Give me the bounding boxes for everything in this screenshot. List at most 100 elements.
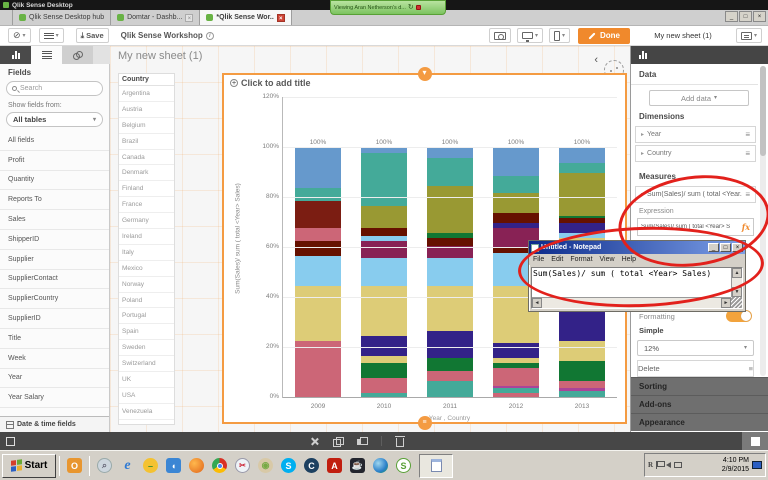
storytelling-button[interactable]: ▾ [517,28,543,43]
bar-2009[interactable] [295,148,341,398]
bar-segment[interactable] [361,336,407,356]
minimize-button[interactable]: _ [725,11,738,22]
chevron-down-icon[interactable]: ▾ [641,191,644,198]
field-item[interactable]: Title [0,329,109,349]
drag-handle-icon[interactable]: ≡ [745,149,750,158]
bar-segment[interactable] [559,223,605,233]
country-item[interactable]: Spain [119,324,174,340]
menu-item[interactable]: File [533,256,544,263]
chevron-right-icon[interactable]: ▸ [641,131,644,138]
country-filter-header[interactable]: Country [119,74,174,86]
device-preview-button[interactable]: ▾ [549,28,570,43]
green-s-app-launcher[interactable]: S [392,454,415,478]
country-item[interactable]: UK [119,372,174,388]
resize-grip[interactable] [731,297,742,308]
add-data-button[interactable]: Add data ▾ [649,90,749,106]
data-section-header[interactable]: Data [631,70,768,79]
skype-launcher[interactable]: S [277,454,300,478]
speaker-icon[interactable] [666,462,671,468]
minimize-button[interactable]: _ [708,243,719,252]
snapshot-button[interactable] [489,28,511,43]
bar-segment[interactable] [427,158,473,186]
bar-segment[interactable] [361,228,407,236]
chrome-launcher[interactable] [208,454,231,478]
bar-segment[interactable] [559,361,605,381]
date-time-fields-button[interactable]: Date & time fields [0,416,109,432]
search-tool-launcher[interactable]: ⌕ [93,454,116,478]
vertical-scrollbar[interactable]: ▲ ▼ [731,268,742,297]
table-filter-select[interactable]: All tables ▾ [6,112,103,127]
country-item[interactable]: Poland [119,293,174,309]
tray-r-icon[interactable]: R [648,461,653,469]
bar-segment[interactable] [295,286,341,341]
bar-segment[interactable] [493,176,539,194]
sheet-canvas[interactable]: My new sheet (1) ‹ Country Argentina Aus… [110,46,630,432]
tab-domtar[interactable]: Domtar - Dashb... × [111,10,200,25]
delete-button[interactable]: Delete ≡ [637,360,754,377]
bar-2010[interactable] [361,148,407,398]
bar-segment[interactable] [427,148,473,158]
bar-segment[interactable] [427,358,473,371]
scroll-up-icon[interactable]: ▲ [732,268,742,278]
tab-fields[interactable] [31,46,62,64]
field-item[interactable]: Quantity [0,171,109,191]
country-item[interactable]: Argentina [119,86,174,102]
field-item[interactable]: SupplierCountry [0,289,109,309]
drag-handle-bottom-icon[interactable]: ≡ [418,416,432,430]
field-item[interactable]: ShipperID [0,230,109,250]
dimension-item[interactable]: ▸ Country ≡ [635,145,756,162]
drag-handle-icon[interactable]: ≡ [745,190,750,199]
country-item[interactable]: Germany [119,213,174,229]
bar-2011[interactable] [427,148,473,398]
tab-charts[interactable] [0,46,31,64]
bar-segment[interactable] [361,356,407,364]
app-launcher-dark[interactable]: ☕ [346,454,369,478]
sheet-navigation-button[interactable]: ▾ [736,28,762,43]
notepad-task-button[interactable] [419,454,453,478]
back-chevron-icon[interactable]: ‹ [594,54,598,66]
refresh-icon[interactable]: ↻ [408,4,414,11]
country-item[interactable]: Belgium [119,118,174,134]
delete-icon[interactable] [396,438,404,447]
notepad-window[interactable]: Untitled - Notepad _ □ × FileEditFormatV… [528,240,746,312]
section-header[interactable]: Add-ons [631,395,768,413]
country-item[interactable]: Venezuela [119,404,174,420]
bar-segment[interactable] [361,363,407,378]
bar-segment[interactable] [493,213,539,223]
scroll-left-icon[interactable]: ◄ [532,298,542,308]
bar-segment[interactable] [427,331,473,359]
close-button[interactable]: × [753,11,766,22]
search-input[interactable]: Search [6,81,103,96]
bar-segment[interactable] [427,381,473,399]
panel-toggle-button[interactable] [742,432,768,450]
globe-app-launcher[interactable] [369,454,392,478]
bar-segment[interactable] [493,368,539,386]
browser-launcher[interactable]: ◖ [162,454,185,478]
country-item[interactable]: Denmark [119,165,174,181]
tray-clock[interactable]: 4:10 PM 2/9/2015 [722,456,749,474]
messenger-launcher[interactable]: – [139,454,162,478]
save-button[interactable]: ⤓ Save [76,28,109,43]
bar-segment[interactable] [295,241,341,256]
country-item[interactable]: Mexico [119,261,174,277]
tab-workshop[interactable]: *Qlik Sense Wor.. × [200,10,291,25]
country-item[interactable]: Brazil [119,134,174,150]
bar-segment[interactable] [427,238,473,246]
bar-segment[interactable] [295,341,341,399]
tab-master-items[interactable] [62,46,93,64]
paste-icon[interactable] [357,437,367,446]
field-item[interactable]: Year [0,369,109,389]
menu-item[interactable]: Help [622,256,636,263]
bar-segment[interactable] [427,286,473,331]
grid-view-icon[interactable] [6,437,15,446]
bar-segment[interactable] [559,381,605,389]
close-button[interactable]: × [732,243,743,252]
paint-launcher[interactable]: ◉ [254,454,277,478]
done-button[interactable]: Done [578,28,630,44]
dimension-item[interactable]: ▸ Year ≡ [635,126,756,143]
horizontal-scrollbar[interactable]: ◄ ► [532,297,731,308]
country-item[interactable]: Finland [119,181,174,197]
menu-item[interactable]: Edit [551,256,563,263]
info-icon[interactable]: i [206,32,214,40]
field-item[interactable]: Profit [0,151,109,171]
